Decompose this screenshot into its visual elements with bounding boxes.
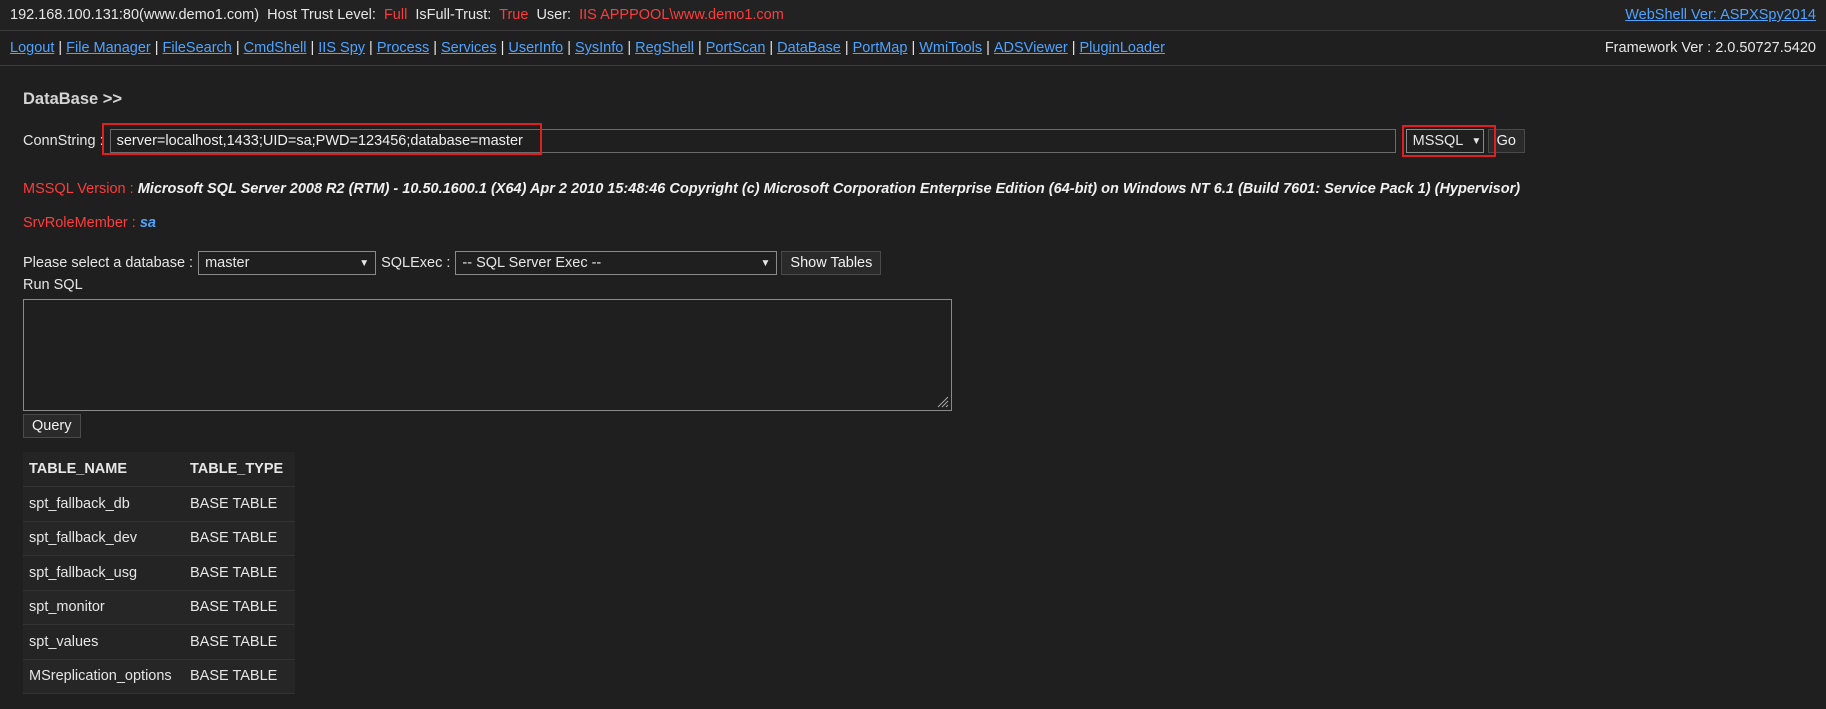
column-header-table-type: TABLE_TYPE xyxy=(184,452,296,487)
nav-separator: | xyxy=(844,40,849,56)
nav-link-portmap[interactable]: PortMap xyxy=(853,40,908,56)
top-status-bar: 192.168.100.131:80(www.demo1.com) Host T… xyxy=(0,0,1826,31)
connstring-wrapper xyxy=(101,123,1396,155)
nav-separator: | xyxy=(433,40,437,56)
nav-link-logout[interactable]: Logout xyxy=(10,40,54,56)
sqlexec-label: SQLExec : xyxy=(381,255,451,271)
nav-separator: | xyxy=(369,40,373,56)
srv-role-line: SrvRoleMember : sa xyxy=(23,215,1803,231)
table-row: spt_values BASE TABLE xyxy=(23,624,296,660)
table-row: spt_fallback_dev BASE TABLE xyxy=(23,521,296,556)
user-value: IIS APPPOOL\www.demo1.com xyxy=(579,7,784,23)
nav-separator: | xyxy=(58,40,63,56)
nav-separator: | xyxy=(235,40,240,56)
chevron-down-icon: ▼ xyxy=(760,257,771,269)
nav-separator: | xyxy=(986,40,990,56)
table-type-cell: BASE TABLE xyxy=(184,521,296,556)
table-header-row: TABLE_NAME TABLE_TYPE xyxy=(23,452,296,487)
table-row: spt_monitor BASE TABLE xyxy=(23,590,296,625)
select-db-label: Please select a database : xyxy=(23,255,194,271)
table-name-cell: spt_fallback_usg xyxy=(23,555,184,591)
page-title: DataBase >> xyxy=(23,90,123,108)
db-type-value: MSSQL xyxy=(1412,133,1464,149)
table-row: spt_fallback_usg BASE TABLE xyxy=(23,555,296,591)
table-type-cell: BASE TABLE xyxy=(184,624,296,660)
database-panel: DataBase >> ConnString : MSSQL ▼ Go MSSQ… xyxy=(0,66,1826,708)
query-button[interactable]: Query xyxy=(23,414,81,438)
sql-textarea[interactable] xyxy=(23,299,952,411)
nav-link-cmdshell[interactable]: CmdShell xyxy=(244,40,307,56)
nav-link-iis-spy[interactable]: IIS Spy xyxy=(318,40,365,56)
nav-links: Logout | File Manager | FileSearch | CmdShell |… xyxy=(10,40,1165,56)
full-trust-value: True xyxy=(499,7,529,23)
nav-separator: | xyxy=(769,40,774,56)
trust-level-label: Host Trust Level: xyxy=(267,7,376,23)
database-select[interactable]: master ▼ xyxy=(198,251,377,275)
sqlexec-select-value: -- SQL Server Exec -- xyxy=(462,255,602,271)
framework-version: Framework Ver : 2.0.50727.5420 xyxy=(1604,40,1816,56)
nav-link-filesearch[interactable]: FileSearch xyxy=(163,40,232,56)
table-name-cell: spt_monitor xyxy=(23,590,184,625)
version-label: MSSQL Version : xyxy=(23,181,134,197)
table-type-cell: BASE TABLE xyxy=(184,590,296,625)
table-type-cell: BASE TABLE xyxy=(184,555,296,591)
resize-handle-icon[interactable] xyxy=(935,394,949,408)
nav-link-regshell[interactable]: RegShell xyxy=(635,40,694,56)
nav-link-sysinfo[interactable]: SysInfo xyxy=(575,40,623,56)
column-header-table-name: TABLE_NAME xyxy=(23,452,184,487)
table-row: spt_fallback_db BASE TABLE xyxy=(23,486,296,522)
sqlexec-select[interactable]: -- SQL Server Exec -- ▼ xyxy=(455,251,778,275)
database-select-value: master xyxy=(205,255,250,271)
nav-link-services[interactable]: Services xyxy=(441,40,497,56)
role-label: SrvRoleMember : xyxy=(23,215,136,231)
nav-link-portscan[interactable]: PortScan xyxy=(706,40,766,56)
host-address: 192.168.100.131:80(www.demo1.com) xyxy=(10,7,260,23)
version-value: Microsoft SQL Server 2008 R2 (RTM) - 10.… xyxy=(137,181,1521,197)
connstring-label: ConnString : xyxy=(23,133,104,149)
mssql-version-line: MSSQL Version : Microsoft SQL Server 200… xyxy=(23,181,1803,197)
table-type-cell: BASE TABLE xyxy=(184,659,296,694)
nav-link-database[interactable]: DataBase xyxy=(777,40,841,56)
nav-separator: | xyxy=(627,40,632,56)
nav-separator: | xyxy=(567,40,571,56)
trust-level-value: Full xyxy=(383,7,408,23)
nav-separator: | xyxy=(500,40,505,56)
nav-separator: | xyxy=(154,40,159,56)
nav-menu: Logout | File Manager | FileSearch | CmdShell |… xyxy=(0,31,1826,66)
table-name-cell: spt_values xyxy=(23,624,184,660)
tables-result-table: TABLE_NAME TABLE_TYPE spt_fallback_db BAS… xyxy=(23,452,296,694)
nav-link-userinfo[interactable]: UserInfo xyxy=(508,40,563,56)
nav-link-adsviewer[interactable]: ADSViewer xyxy=(994,40,1068,56)
chevron-down-icon: ▼ xyxy=(1471,135,1482,147)
nav-separator: | xyxy=(697,40,702,56)
connstring-row: ConnString : MSSQL ▼ Go xyxy=(23,123,1803,157)
db-type-select[interactable]: MSSQL ▼ xyxy=(1405,129,1484,153)
table-row: MSreplication_options BASE TABLE xyxy=(23,659,296,694)
database-select-row: Please select a database : master ▼ SQLE… xyxy=(23,251,1803,275)
host-info: 192.168.100.131:80(www.demo1.com) Host T… xyxy=(10,7,788,23)
show-tables-button[interactable]: Show Tables xyxy=(781,251,882,275)
full-trust-label: IsFull-Trust: xyxy=(415,7,492,23)
table-name-cell: MSreplication_options xyxy=(23,659,184,694)
connstring-input[interactable] xyxy=(109,129,1396,153)
table-name-cell: spt_fallback_dev xyxy=(23,521,184,556)
nav-link-pluginloader[interactable]: PluginLoader xyxy=(1080,40,1165,56)
go-button[interactable]: Go xyxy=(1487,129,1525,153)
nav-link-wmitools[interactable]: WmiTools xyxy=(919,40,982,56)
table-body: spt_fallback_db BASE TABLE spt_fallback_de… xyxy=(23,486,296,694)
chevron-down-icon: ▼ xyxy=(359,257,370,269)
user-label: User: xyxy=(536,7,572,23)
nav-link-file-manager[interactable]: File Manager xyxy=(66,40,151,56)
table-name-cell: spt_fallback_db xyxy=(23,486,184,522)
table-type-cell: BASE TABLE xyxy=(184,486,296,522)
db-type-wrapper: MSSQL ▼ xyxy=(1401,125,1496,157)
nav-separator: | xyxy=(1071,40,1076,56)
run-sql-label: Run SQL xyxy=(23,277,83,293)
nav-separator: | xyxy=(310,40,315,56)
nav-link-process[interactable]: Process xyxy=(377,40,429,56)
role-value: sa xyxy=(139,215,156,231)
webshell-version-link[interactable]: WebShell Ver: ASPXSpy2014 xyxy=(1625,7,1816,23)
nav-separator: | xyxy=(911,40,916,56)
